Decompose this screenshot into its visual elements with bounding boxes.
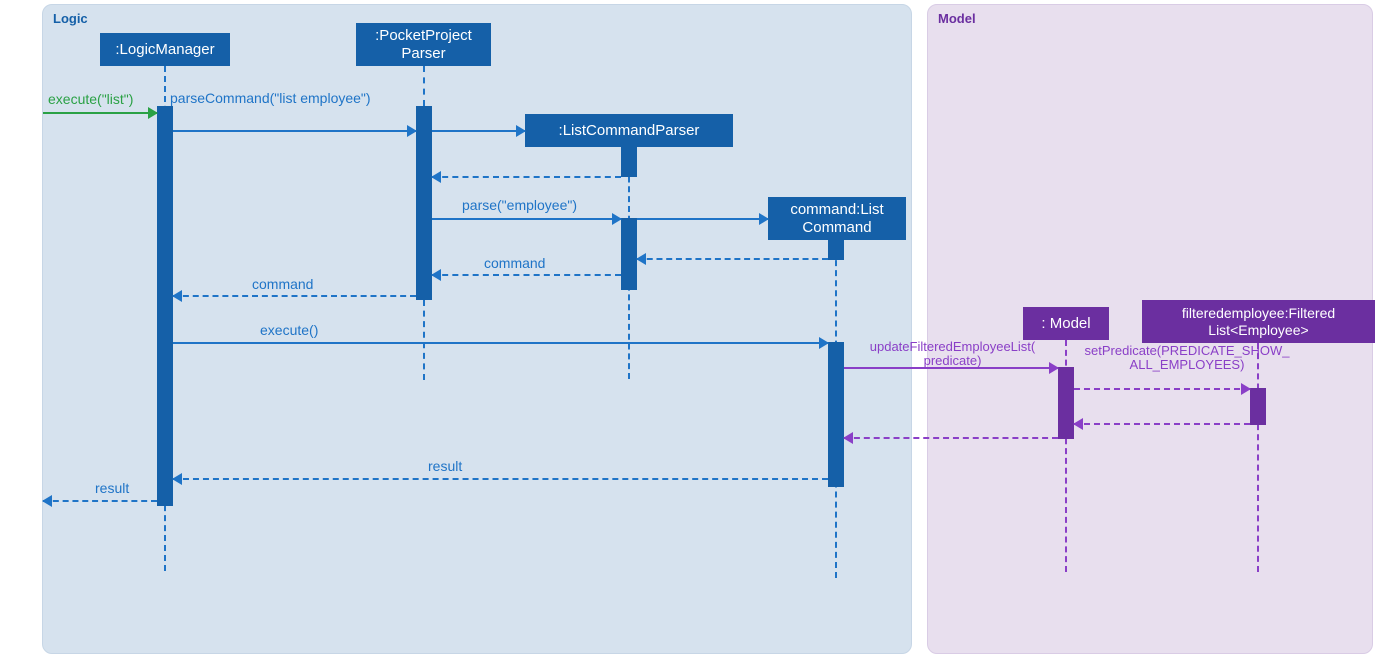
label-return-command-1: command xyxy=(484,255,545,271)
label-execute: execute() xyxy=(260,322,318,338)
participant-list-command: command:List Command xyxy=(768,197,906,240)
activation-filtered-list xyxy=(1250,388,1266,425)
participant-model: : Model xyxy=(1023,307,1109,340)
label-execute-list: execute("list") xyxy=(48,91,133,107)
lifeline-filtered-list xyxy=(1257,343,1259,572)
label-set-predicate: setPredicate(PREDICATE_SHOW_ ALL_EMPLOYE… xyxy=(1082,344,1292,373)
activation-list-command-1 xyxy=(828,240,844,260)
activation-list-command-parser-1 xyxy=(621,147,637,177)
label-parse-employee: parse("employee") xyxy=(462,197,577,213)
activation-logic-manager xyxy=(157,106,173,506)
label-result-2: result xyxy=(95,480,129,496)
activation-pocket-project-parser xyxy=(416,106,432,300)
activation-list-command-2 xyxy=(828,342,844,487)
activation-list-command-parser-2 xyxy=(621,218,637,290)
label-return-command-2: command xyxy=(252,276,313,292)
label-parse-command: parseCommand("list employee") xyxy=(170,90,371,106)
participant-list-command-parser: :ListCommandParser xyxy=(525,114,733,147)
label-result-1: result xyxy=(428,458,462,474)
participant-logic-manager: :LogicManager xyxy=(100,33,230,66)
frame-model-title: Model xyxy=(938,11,1362,26)
label-update-filtered: updateFilteredEmployeeList( predicate) xyxy=(855,340,1050,369)
lifeline-pocket-project-parser-bottom xyxy=(423,300,425,380)
lifeline-pocket-project-parser-top xyxy=(423,66,425,106)
participant-filtered-list: filteredemployee:Filtered List<Employee> xyxy=(1142,300,1375,343)
activation-model xyxy=(1058,367,1074,439)
participant-pocket-project-parser: :PocketProject Parser xyxy=(356,23,491,66)
